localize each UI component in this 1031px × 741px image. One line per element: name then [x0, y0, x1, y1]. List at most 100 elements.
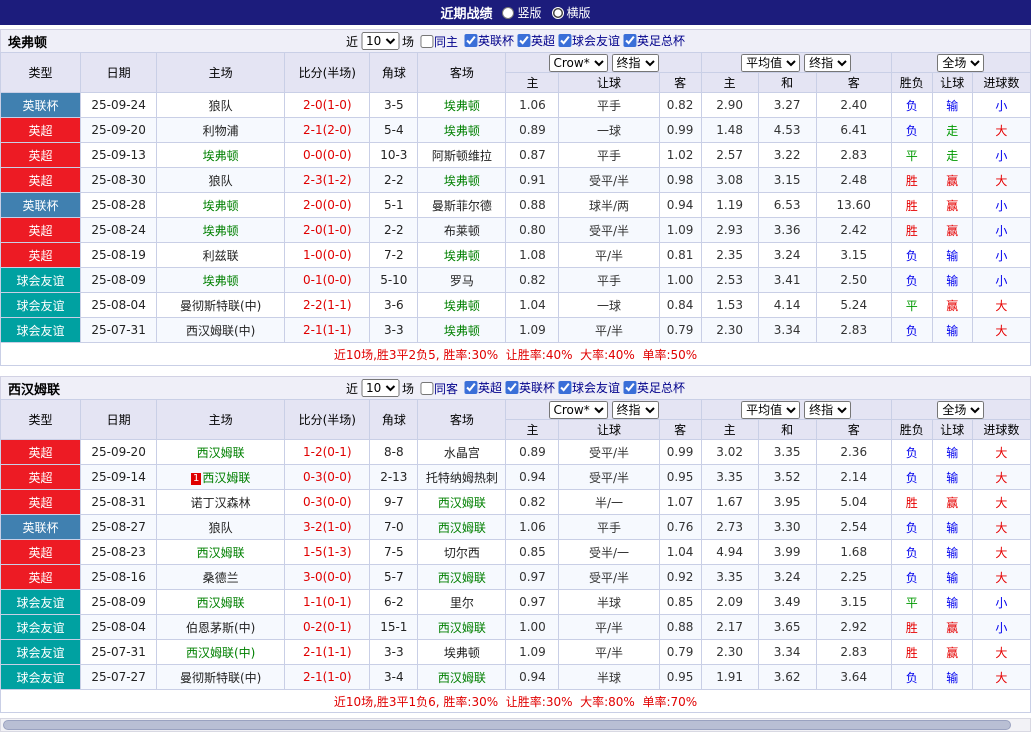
euro-home-odds: 2.09 [701, 590, 758, 615]
scope-select[interactable]: 全场 [937, 401, 984, 419]
result-handicap: 输 [932, 93, 972, 118]
score: 2-2(1-1) [285, 293, 370, 318]
home-team-name: 西汉姆联 [197, 446, 245, 460]
asian-away-odds: 1.07 [659, 490, 701, 515]
col-header-asian-home: 主 [506, 420, 559, 440]
asian-handicap: 半球 [559, 665, 659, 690]
league-filter[interactable]: 球会友谊 [555, 32, 620, 49]
score: 2-3(1-2) [285, 168, 370, 193]
asian-home-odds: 0.80 [506, 218, 559, 243]
col-header-euro-home: 主 [701, 420, 758, 440]
scope-select[interactable]: 全场 [937, 54, 984, 72]
euro-time-select[interactable]: 终指 [804, 401, 851, 419]
match-row: 英超25-09-20利物浦2-1(2-0)5-4埃弗顿0.89一球0.991.4… [1, 118, 1031, 143]
result-handicap: 输 [932, 243, 972, 268]
score: 1-2(0-1) [285, 440, 370, 465]
league-checkbox[interactable] [464, 381, 477, 394]
match-date: 25-08-28 [81, 193, 157, 218]
asian-handicap: 受平/半 [559, 168, 659, 193]
home-team-name: 埃弗顿 [203, 149, 239, 163]
away-team: 曼斯菲尔德 [418, 193, 506, 218]
score: 3-2(1-0) [285, 515, 370, 540]
euro-home-odds: 2.57 [701, 143, 758, 168]
result-goals: 小 [972, 615, 1030, 640]
match-row: 英超25-08-30狼队2-3(1-2)2-2埃弗顿0.91受平/半0.983.… [1, 168, 1031, 193]
euro-away-odds: 5.04 [816, 490, 891, 515]
col-header-goals: 进球数 [972, 420, 1030, 440]
league-filter[interactable]: 英联杯 [502, 379, 555, 396]
league-checkbox[interactable] [623, 34, 636, 47]
euro-draw-odds: 3.24 [758, 565, 816, 590]
col-header-away: 客场 [418, 400, 506, 440]
layout-radio-vertical[interactable] [502, 7, 514, 19]
result-goals: 小 [972, 143, 1030, 168]
league-checkbox[interactable] [558, 381, 571, 394]
league-filter[interactable]: 英超 [461, 379, 502, 396]
match-type: 英超 [1, 218, 81, 243]
euro-draw-odds: 3.22 [758, 143, 816, 168]
asian-handicap: 平手 [559, 93, 659, 118]
home-team: 埃弗顿 [157, 268, 285, 293]
layout-option-horizontal[interactable]: 横版 [552, 4, 591, 21]
league-checkbox[interactable] [517, 34, 530, 47]
home-team-name: 狼队 [209, 521, 233, 535]
score: 0-0(0-0) [285, 143, 370, 168]
corners: 8-8 [370, 440, 418, 465]
horizontal-scrollbar[interactable] [0, 718, 1031, 732]
asian-away-odds: 0.79 [659, 318, 701, 343]
match-date: 25-08-09 [81, 268, 157, 293]
euro-time-select[interactable]: 终指 [804, 54, 851, 72]
euro-away-odds: 2.83 [816, 318, 891, 343]
league-checkbox[interactable] [623, 381, 636, 394]
league-filter[interactable]: 英超 [514, 32, 555, 49]
near-label: 近 [346, 33, 358, 50]
layout-option-vertical[interactable]: 竖版 [502, 4, 541, 21]
result-outcome: 胜 [891, 490, 932, 515]
asian-home-odds: 0.88 [506, 193, 559, 218]
match-row: 球会友谊25-07-27曼彻斯特联(中)2-1(1-0)3-4西汉姆联0.94半… [1, 665, 1031, 690]
euro-home-odds: 2.17 [701, 615, 758, 640]
score: 3-0(0-0) [285, 565, 370, 590]
result-goals: 大 [972, 465, 1030, 490]
euro-away-odds: 2.42 [816, 218, 891, 243]
same-venue-checkbox[interactable] [420, 382, 433, 395]
bookmaker-select[interactable]: Crow* [549, 54, 608, 72]
recent-count-select[interactable]: 10 [361, 32, 399, 50]
home-team-name: 西汉姆联(中) [186, 646, 255, 660]
same-venue-filter[interactable]: 同主 [417, 33, 458, 50]
recent-count-select[interactable]: 10 [361, 379, 399, 397]
summary-text: 近10场,胜3平2负5, 胜率:30% 让胜率:40% 大率:40% 单率:50… [1, 343, 1031, 366]
league-checkbox[interactable] [558, 34, 571, 47]
asian-time-select[interactable]: 终指 [612, 401, 659, 419]
match-date: 25-09-14 [81, 465, 157, 490]
corners: 7-2 [370, 243, 418, 268]
league-filter[interactable]: 英足总杯 [620, 32, 685, 49]
col-header-asian-away: 客 [659, 420, 701, 440]
euro-draw-odds: 4.53 [758, 118, 816, 143]
asian-time-select[interactable]: 终指 [612, 54, 659, 72]
league-filter[interactable]: 球会友谊 [555, 379, 620, 396]
match-type: 英超 [1, 143, 81, 168]
asian-handicap: 一球 [559, 118, 659, 143]
euro-home-odds: 1.19 [701, 193, 758, 218]
bookmaker-select[interactable]: Crow* [549, 401, 608, 419]
same-venue-filter[interactable]: 同客 [417, 380, 458, 397]
home-team: 利兹联 [157, 243, 285, 268]
asian-away-odds: 0.92 [659, 565, 701, 590]
result-handicap: 输 [932, 565, 972, 590]
league-filter[interactable]: 英联杯 [461, 32, 514, 49]
layout-radio-horizontal[interactable] [552, 7, 564, 19]
league-filter[interactable]: 英足总杯 [620, 379, 685, 396]
home-team-name: 利兹联 [203, 249, 239, 263]
col-header-euro-home: 主 [701, 73, 758, 93]
col-header-asian-away: 客 [659, 73, 701, 93]
league-checkbox[interactable] [464, 34, 477, 47]
euro-source-select[interactable]: 平均值 [741, 54, 800, 72]
horizontal-scrollbar-thumb[interactable] [3, 720, 1011, 730]
same-venue-checkbox[interactable] [420, 35, 433, 48]
league-checkbox[interactable] [505, 381, 518, 394]
euro-source-select[interactable]: 平均值 [741, 401, 800, 419]
match-row: 球会友谊25-07-31西汉姆联(中)2-1(1-1)3-3埃弗顿1.09平/半… [1, 318, 1031, 343]
result-handicap: 输 [932, 440, 972, 465]
home-team-name: 埃弗顿 [203, 274, 239, 288]
